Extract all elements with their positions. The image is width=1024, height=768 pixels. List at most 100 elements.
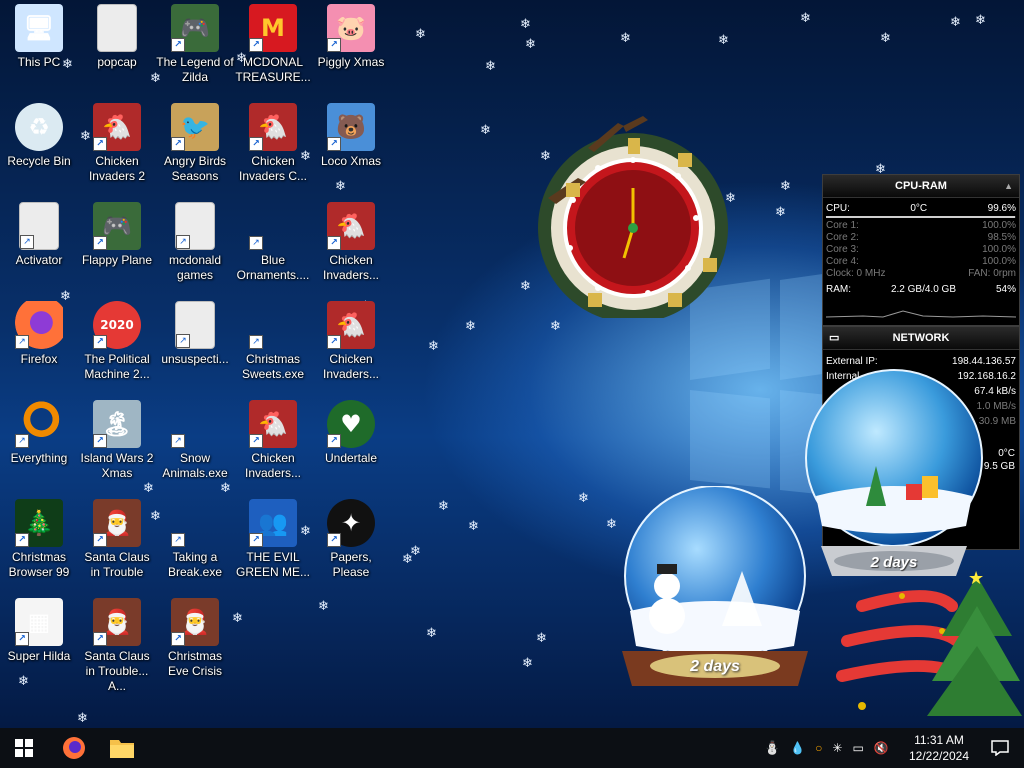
chicken-icon: 🐔 ↗	[327, 202, 375, 250]
desktop-icon-label: Undertale	[324, 451, 378, 465]
taskbar-clock[interactable]: 11:31 AM 12/22/2024	[904, 732, 974, 764]
desktop-icon[interactable]: 🎄 ↗ Christmas Browser 99	[0, 499, 78, 580]
core-value: 98.5%	[987, 232, 1016, 243]
desktop-icon-label: Snow Animals.exe	[162, 451, 228, 480]
desktop-icon[interactable]: 🐦 ↗ Angry Birds Seasons	[156, 103, 234, 184]
search-ring-icon: ↗	[15, 400, 63, 448]
shortcut-arrow-icon: ↗	[93, 335, 107, 349]
settings-icon[interactable]: ▲	[1004, 175, 1013, 197]
taskbar-file-explorer[interactable]	[98, 728, 146, 768]
ram-percent: 54%	[995, 284, 1016, 295]
desktop-icon[interactable]: 🐔 ↗ Chicken Invaders 2	[78, 103, 156, 184]
desktop-icon-label: Everything	[10, 451, 68, 465]
desktop-icon[interactable]: ♥ ↗ Undertale	[312, 400, 390, 466]
pig-icon: 🐷 ↗	[327, 4, 375, 52]
desktop-icon[interactable]: ↗ mcdonald games	[156, 202, 234, 283]
desktop-icon[interactable]: ♻ Recycle Bin	[0, 103, 78, 169]
user-tray-icon[interactable]: ⛄	[764, 740, 780, 756]
shortcut-arrow-icon: ↗	[327, 434, 341, 448]
desktop-icon[interactable]: 2020 ↗ The Political Machine 2...	[78, 301, 156, 382]
clock-speed: Clock: 0 MHz	[826, 268, 886, 279]
desktop-icon[interactable]: ↗ unsuspecti...	[156, 301, 234, 367]
snow-globe-right[interactable]: 2 days	[796, 366, 992, 582]
desktop-icon[interactable]: ↗ Taking a Break.exe	[156, 499, 234, 580]
network-icon[interactable]: ▭	[852, 741, 863, 755]
desktop[interactable]: ❄ ❄ ❄ ❄ ❄ ❄ ❄ ❄ ❄ ❄ ❄ ❄ ❄ ❄ ❄ ❄ ❄ ❄ ❄ ❄ ❄ ❄ ❄ ❄ ❄ ❄ ❄ ❄ ❄ ❄ ❄ ❄ ❄ ❄ ❄ ❄ ❄ ❄ ❄ ❄…	[0, 0, 1024, 728]
snowflake-icon: ❄	[520, 17, 531, 32]
mcdonalds-icon: M ↗	[249, 4, 297, 52]
desktop-icon-label: Christmas Eve Crisis	[167, 649, 222, 678]
desktop-icon[interactable]: 👥 ↗ THE EVIL GREEN ME...	[234, 499, 312, 580]
desktop-icon[interactable]: 🎮 ↗ The Legend of Zilda	[156, 4, 234, 85]
desktop-icon[interactable]: ↗ Blue Ornaments....	[234, 202, 312, 283]
snowflake-icon: ❄	[318, 599, 329, 614]
file-icon: ↗	[19, 202, 59, 250]
desktop-icon-label: Recycle Bin	[7, 154, 71, 168]
folder-icon	[97, 4, 137, 52]
fan-speed: FAN: 0rpm	[968, 268, 1016, 279]
cpu-temp: 0°C	[910, 203, 928, 214]
desktop-icon[interactable]: 🏝 ↗ Island Wars 2 Xmas	[78, 400, 156, 481]
drop-icon[interactable]: 💧	[790, 741, 805, 755]
snowflake-icon: ❄	[550, 319, 561, 334]
snowflake-tray-icon[interactable]: ✳	[832, 741, 842, 755]
shortcut-arrow-icon: ↗	[171, 38, 185, 52]
ram-used: 2.2 GB/4.0 GB	[890, 284, 957, 295]
desktop-icon-label: Blue Ornaments....	[236, 253, 310, 282]
desktop-icon-label: Firefox	[20, 352, 58, 366]
desktop-icon[interactable]: 🐔 ↗ Chicken Invaders...	[312, 202, 390, 283]
game-icon: 🎮 ↗	[93, 202, 141, 250]
desktop-icon-label: Taking a Break.exe	[167, 550, 223, 579]
snowflake-icon: ❄	[780, 179, 791, 194]
shortcut-arrow-icon: ↗	[171, 533, 185, 547]
desktop-icon-label: unsuspecti...	[161, 352, 229, 366]
desktop-icon[interactable]: ↗ Activator	[0, 202, 78, 268]
desktop-icon[interactable]: ↗ Everything	[0, 400, 78, 466]
snow-globe-left[interactable]: 2 days	[612, 485, 818, 702]
desktop-icon-label: Activator	[15, 253, 63, 267]
desktop-icon[interactable]: ✦ ↗ Papers, Please	[312, 499, 390, 580]
volume-muted-icon[interactable]: 🔇	[874, 741, 889, 755]
desktop-icon[interactable]: ↗ Christmas Sweets.exe	[234, 301, 312, 382]
shortcut-arrow-icon: ↗	[176, 334, 190, 348]
desktop-icon[interactable]: M ↗ MCDONAL TREASURE...	[234, 4, 312, 85]
desktop-icon[interactable]: ▦ ↗ Super Hilda	[0, 598, 78, 664]
desktop-icon[interactable]: popcap	[78, 4, 156, 70]
desktop-icon[interactable]: 🐻 ↗ Loco Xmas	[312, 103, 390, 169]
desktop-icon[interactable]: 🐔 ↗ Chicken Invaders...	[234, 400, 312, 481]
badge-icon: 2020 ↗	[93, 301, 141, 349]
desktop-icon[interactable]: ↗ Firefox	[0, 301, 78, 367]
snowflake-icon: ❄	[18, 674, 29, 689]
start-button[interactable]	[0, 728, 48, 768]
snowflake-icon: ❄	[536, 631, 547, 646]
snowflake-icon: ❄	[775, 205, 786, 220]
desktop-icon[interactable]: 🐷 ↗ Piggly Xmas	[312, 4, 390, 70]
taskbar-firefox[interactable]	[50, 728, 98, 768]
core-label: Core 3:	[826, 244, 859, 255]
file-icon: ↗	[175, 301, 215, 349]
core-label: Core 4:	[826, 256, 859, 267]
desktop-icon[interactable]: 🎅 ↗ Santa Claus in Trouble... A...	[78, 598, 156, 694]
christmas-tree-decoration: ★	[832, 566, 1022, 726]
desktop-icon[interactable]: 🐔 ↗ Chicken Invaders...	[312, 301, 390, 382]
cpu-ram-gadget[interactable]: CPU-RAM ▲ CPU: 0°C 99.6% Core 1: 100.0% C…	[822, 174, 1020, 326]
folder-icon	[110, 740, 134, 758]
desktop-icon[interactable]: ↗ Snow Animals.exe	[156, 400, 234, 481]
search-tray-icon[interactable]: ○	[815, 741, 822, 755]
snowflake-icon: ❄	[335, 179, 346, 194]
desktop-icon[interactable]: 🎅 ↗ Santa Claus in Trouble	[78, 499, 156, 580]
desktop-icon[interactable]: 🐔 ↗ Chicken Invaders C...	[234, 103, 312, 184]
game-icon: 🎮 ↗	[171, 4, 219, 52]
desktop-icon-label: Papers, Please	[330, 550, 372, 579]
desktop-icon[interactable]: 🎅 ↗ Christmas Eve Crisis	[156, 598, 234, 679]
chicken-icon: 🐔 ↗	[327, 301, 375, 349]
notifications-button[interactable]	[976, 728, 1024, 768]
shortcut-arrow-icon: ↗	[15, 533, 29, 547]
shortcut-arrow-icon: ↗	[327, 38, 341, 52]
desktop-icon[interactable]: 🖥 This PC	[0, 4, 78, 70]
file-icon: ↗	[175, 202, 215, 250]
snowflake-icon: ❄	[426, 626, 437, 641]
shortcut-arrow-icon: ↗	[171, 434, 185, 448]
christmas-clock-gadget[interactable]	[528, 108, 738, 323]
desktop-icon[interactable]: 🎮 ↗ Flappy Plane	[78, 202, 156, 268]
